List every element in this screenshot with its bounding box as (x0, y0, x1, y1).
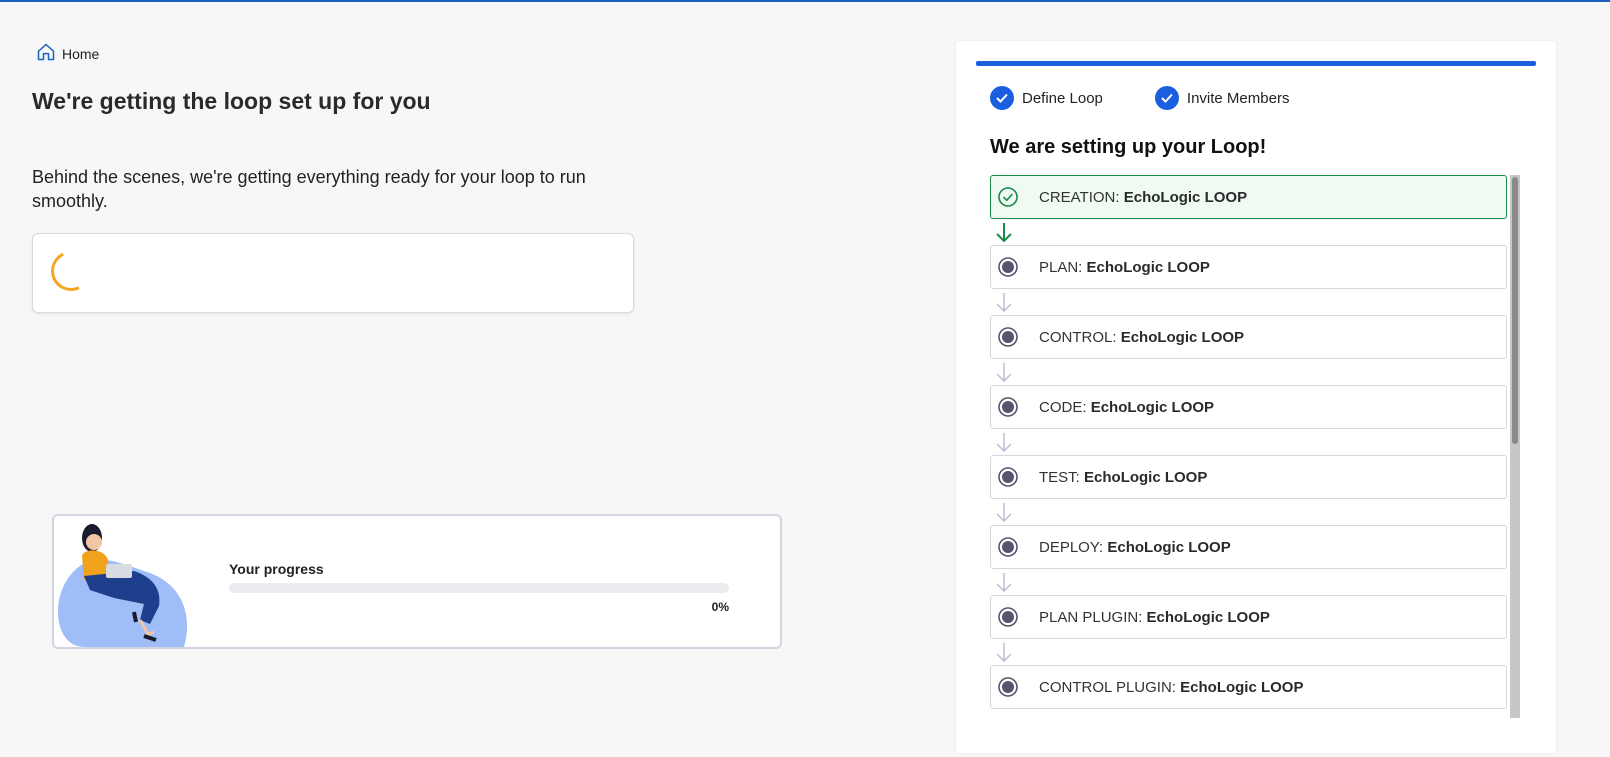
loading-spinner-icon (45, 245, 97, 297)
arrow-down-icon (996, 433, 1012, 452)
stage-label: PLAN: EchoLogic LOOP (1039, 259, 1210, 276)
loader-card (32, 233, 634, 313)
step-label: Define Loop (1022, 89, 1103, 107)
radio-dot-icon (998, 607, 1018, 627)
stage-row: TEST: EchoLogic LOOP (990, 455, 1507, 499)
setup-panel: Define Loop Invite Members We are settin… (956, 41, 1556, 753)
home-icon (36, 42, 56, 65)
panel-progress-bar (976, 61, 1536, 66)
scrollbar-thumb[interactable] (1512, 177, 1518, 444)
stage-row: CONTROL: EchoLogic LOOP (990, 315, 1507, 359)
stage-prefix: CREATION: (1039, 188, 1124, 206)
stage-label: CODE: EchoLogic LOOP (1039, 399, 1214, 416)
progress-percentage: 0% (711, 600, 729, 614)
stage-loop-name: EchoLogic LOOP (1090, 398, 1215, 416)
stage-prefix: CODE: (1039, 398, 1091, 416)
stage-loop-name: EchoLogic LOOP (1086, 258, 1210, 276)
arrow-down-icon (996, 223, 1012, 243)
stage-loop-name: EchoLogic LOOP (1084, 468, 1208, 486)
page-title: We're getting the loop set up for you (32, 88, 431, 114)
stage-label: DEPLOY: EchoLogic LOOP (1039, 539, 1231, 556)
progress-bar (229, 583, 729, 593)
radio-dot-icon (998, 537, 1018, 557)
check-icon (990, 86, 1014, 110)
arrow-down-icon (996, 293, 1012, 312)
radio-dot-icon (998, 467, 1018, 487)
stage-loop-name: EchoLogic LOOP (1146, 608, 1270, 626)
arrow-down-icon (996, 363, 1012, 382)
stage-row: PLAN: EchoLogic LOOP (990, 245, 1507, 289)
radio-dot-icon (998, 327, 1018, 347)
setup-steps: Define Loop Invite Members (990, 86, 1289, 110)
stage-label: CONTROL: EchoLogic LOOP (1039, 329, 1244, 346)
person-with-laptop-illustration (57, 524, 188, 647)
stage-loop-name: EchoLogic LOOP (1123, 188, 1248, 206)
stage-loop-name: EchoLogic LOOP (1180, 678, 1304, 696)
page-subtitle: Behind the scenes, we're getting everyth… (32, 167, 586, 211)
step-define-loop[interactable]: Define Loop (990, 86, 1103, 110)
stage-loop-name: EchoLogic LOOP (1107, 538, 1231, 556)
stage-prefix: TEST: (1039, 468, 1085, 486)
stage-prefix: PLAN PLUGIN: (1039, 608, 1147, 626)
stage-label: CREATION: EchoLogic LOOP (1039, 189, 1247, 206)
progress-card: Your progress 0% (52, 514, 782, 649)
progress-label: Your progress (229, 561, 324, 577)
stage-row: PLAN PLUGIN: EchoLogic LOOP (990, 595, 1507, 639)
stage-label: PLAN PLUGIN: EchoLogic LOOP (1039, 609, 1270, 626)
arrow-down-icon (996, 643, 1012, 662)
breadcrumb[interactable]: Home (36, 42, 99, 65)
stage-label: TEST: EchoLogic LOOP (1039, 469, 1207, 486)
check-icon (1154, 86, 1179, 110)
step-invite-members[interactable]: Invite Members (1154, 86, 1290, 110)
stage-row: CODE: EchoLogic LOOP (990, 385, 1507, 429)
stage-prefix: PLAN: (1039, 258, 1087, 276)
stage-list[interactable]: CREATION: EchoLogic LOOP PLAN: EchoLogic … (990, 175, 1520, 719)
breadcrumb-home-link[interactable]: Home (62, 46, 99, 62)
stage-loop-name: EchoLogic LOOP (1120, 328, 1245, 346)
arrow-down-icon (996, 503, 1012, 522)
panel-title: We are setting up your Loop! (990, 136, 1267, 158)
radio-dot-icon (998, 677, 1018, 697)
stage-prefix: CONTROL: (1039, 328, 1121, 346)
stage-prefix: CONTROL PLUGIN: (1039, 678, 1181, 696)
arrow-down-icon (996, 573, 1012, 592)
step-label: Invite Members (1186, 89, 1290, 107)
stage-label: CONTROL PLUGIN: EchoLogic LOOP (1039, 679, 1303, 696)
stage-row: CREATION: EchoLogic LOOP (990, 175, 1507, 219)
stage-prefix: DEPLOY: (1039, 538, 1108, 556)
top-accent-line (0, 0, 1610, 2)
stage-row: CONTROL PLUGIN: EchoLogic LOOP (990, 665, 1507, 709)
check-circle-icon (998, 187, 1018, 207)
radio-dot-icon (998, 257, 1018, 277)
stage-row: DEPLOY: EchoLogic LOOP (990, 525, 1507, 569)
radio-dot-icon (998, 397, 1018, 417)
